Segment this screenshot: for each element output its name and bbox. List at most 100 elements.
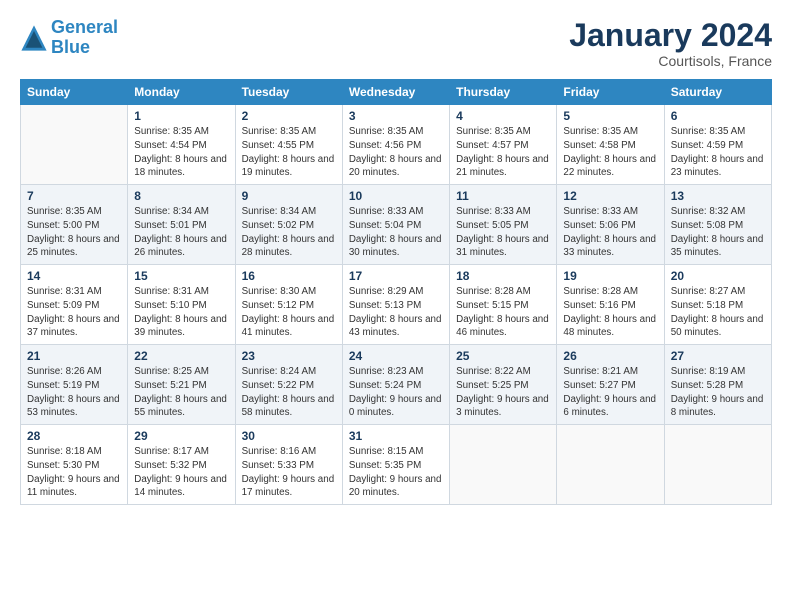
day-info: Sunrise: 8:32 AMSunset: 5:08 PMDaylight:… — [671, 205, 765, 260]
logo-icon — [20, 24, 48, 52]
day-number: 19 — [563, 269, 657, 283]
day-info: Sunrise: 8:22 AMSunset: 5:25 PMDaylight:… — [456, 365, 550, 420]
day-info: Sunrise: 8:28 AMSunset: 5:16 PMDaylight:… — [563, 285, 657, 340]
day-number: 21 — [27, 349, 121, 363]
day-info: Sunrise: 8:21 AMSunset: 5:27 PMDaylight:… — [563, 365, 657, 420]
header: General Blue January 2024 Courtisols, Fr… — [20, 18, 772, 69]
logo-line1: General — [51, 17, 118, 37]
day-number: 3 — [349, 109, 443, 123]
table-row: 30 Sunrise: 8:16 AMSunset: 5:33 PMDaylig… — [235, 425, 342, 505]
day-number: 5 — [563, 109, 657, 123]
day-number: 2 — [242, 109, 336, 123]
day-info: Sunrise: 8:31 AMSunset: 5:09 PMDaylight:… — [27, 285, 121, 340]
day-info: Sunrise: 8:31 AMSunset: 5:10 PMDaylight:… — [134, 285, 228, 340]
table-row: 6 Sunrise: 8:35 AMSunset: 4:59 PMDayligh… — [664, 105, 771, 185]
calendar-week-row: 14 Sunrise: 8:31 AMSunset: 5:09 PMDaylig… — [21, 265, 772, 345]
day-info: Sunrise: 8:17 AMSunset: 5:32 PMDaylight:… — [134, 445, 228, 500]
day-number: 23 — [242, 349, 336, 363]
calendar-week-row: 28 Sunrise: 8:18 AMSunset: 5:30 PMDaylig… — [21, 425, 772, 505]
day-number: 27 — [671, 349, 765, 363]
table-row: 25 Sunrise: 8:22 AMSunset: 5:25 PMDaylig… — [450, 345, 557, 425]
col-saturday: Saturday — [664, 80, 771, 105]
day-number: 14 — [27, 269, 121, 283]
calendar-week-row: 21 Sunrise: 8:26 AMSunset: 5:19 PMDaylig… — [21, 345, 772, 425]
day-number: 28 — [27, 429, 121, 443]
day-info: Sunrise: 8:15 AMSunset: 5:35 PMDaylight:… — [349, 445, 443, 500]
day-number: 22 — [134, 349, 228, 363]
col-sunday: Sunday — [21, 80, 128, 105]
table-row: 31 Sunrise: 8:15 AMSunset: 5:35 PMDaylig… — [342, 425, 449, 505]
table-row: 21 Sunrise: 8:26 AMSunset: 5:19 PMDaylig… — [21, 345, 128, 425]
col-thursday: Thursday — [450, 80, 557, 105]
table-row: 27 Sunrise: 8:19 AMSunset: 5:28 PMDaylig… — [664, 345, 771, 425]
day-number: 8 — [134, 189, 228, 203]
logo-line2: Blue — [51, 37, 90, 57]
table-row: 4 Sunrise: 8:35 AMSunset: 4:57 PMDayligh… — [450, 105, 557, 185]
day-info: Sunrise: 8:18 AMSunset: 5:30 PMDaylight:… — [27, 445, 121, 500]
col-friday: Friday — [557, 80, 664, 105]
day-info: Sunrise: 8:35 AMSunset: 5:00 PMDaylight:… — [27, 205, 121, 260]
day-number: 10 — [349, 189, 443, 203]
calendar-week-row: 7 Sunrise: 8:35 AMSunset: 5:00 PMDayligh… — [21, 185, 772, 265]
day-number: 25 — [456, 349, 550, 363]
day-number: 6 — [671, 109, 765, 123]
calendar-header-row: Sunday Monday Tuesday Wednesday Thursday… — [21, 80, 772, 105]
day-number: 7 — [27, 189, 121, 203]
table-row — [664, 425, 771, 505]
day-number: 16 — [242, 269, 336, 283]
col-tuesday: Tuesday — [235, 80, 342, 105]
table-row: 15 Sunrise: 8:31 AMSunset: 5:10 PMDaylig… — [128, 265, 235, 345]
col-monday: Monday — [128, 80, 235, 105]
table-row: 2 Sunrise: 8:35 AMSunset: 4:55 PMDayligh… — [235, 105, 342, 185]
day-info: Sunrise: 8:25 AMSunset: 5:21 PMDaylight:… — [134, 365, 228, 420]
logo-text: General Blue — [51, 18, 118, 58]
day-info: Sunrise: 8:29 AMSunset: 5:13 PMDaylight:… — [349, 285, 443, 340]
day-number: 13 — [671, 189, 765, 203]
day-info: Sunrise: 8:34 AMSunset: 5:01 PMDaylight:… — [134, 205, 228, 260]
day-number: 30 — [242, 429, 336, 443]
table-row: 1 Sunrise: 8:35 AMSunset: 4:54 PMDayligh… — [128, 105, 235, 185]
day-number: 4 — [456, 109, 550, 123]
table-row: 17 Sunrise: 8:29 AMSunset: 5:13 PMDaylig… — [342, 265, 449, 345]
table-row: 7 Sunrise: 8:35 AMSunset: 5:00 PMDayligh… — [21, 185, 128, 265]
table-row: 28 Sunrise: 8:18 AMSunset: 5:30 PMDaylig… — [21, 425, 128, 505]
day-number: 31 — [349, 429, 443, 443]
day-info: Sunrise: 8:34 AMSunset: 5:02 PMDaylight:… — [242, 205, 336, 260]
logo: General Blue — [20, 18, 118, 58]
table-row — [557, 425, 664, 505]
day-info: Sunrise: 8:35 AMSunset: 4:58 PMDaylight:… — [563, 125, 657, 180]
table-row: 12 Sunrise: 8:33 AMSunset: 5:06 PMDaylig… — [557, 185, 664, 265]
day-number: 9 — [242, 189, 336, 203]
day-info: Sunrise: 8:33 AMSunset: 5:05 PMDaylight:… — [456, 205, 550, 260]
day-info: Sunrise: 8:35 AMSunset: 4:54 PMDaylight:… — [134, 125, 228, 180]
day-info: Sunrise: 8:23 AMSunset: 5:24 PMDaylight:… — [349, 365, 443, 420]
day-info: Sunrise: 8:33 AMSunset: 5:06 PMDaylight:… — [563, 205, 657, 260]
table-row: 18 Sunrise: 8:28 AMSunset: 5:15 PMDaylig… — [450, 265, 557, 345]
table-row: 8 Sunrise: 8:34 AMSunset: 5:01 PMDayligh… — [128, 185, 235, 265]
day-info: Sunrise: 8:27 AMSunset: 5:18 PMDaylight:… — [671, 285, 765, 340]
table-row: 9 Sunrise: 8:34 AMSunset: 5:02 PMDayligh… — [235, 185, 342, 265]
table-row: 10 Sunrise: 8:33 AMSunset: 5:04 PMDaylig… — [342, 185, 449, 265]
day-info: Sunrise: 8:35 AMSunset: 4:57 PMDaylight:… — [456, 125, 550, 180]
day-info: Sunrise: 8:16 AMSunset: 5:33 PMDaylight:… — [242, 445, 336, 500]
day-info: Sunrise: 8:28 AMSunset: 5:15 PMDaylight:… — [456, 285, 550, 340]
day-info: Sunrise: 8:35 AMSunset: 4:56 PMDaylight:… — [349, 125, 443, 180]
calendar-table: Sunday Monday Tuesday Wednesday Thursday… — [20, 79, 772, 505]
table-row: 11 Sunrise: 8:33 AMSunset: 5:05 PMDaylig… — [450, 185, 557, 265]
location: Courtisols, France — [569, 53, 772, 69]
table-row: 3 Sunrise: 8:35 AMSunset: 4:56 PMDayligh… — [342, 105, 449, 185]
table-row — [21, 105, 128, 185]
table-row: 5 Sunrise: 8:35 AMSunset: 4:58 PMDayligh… — [557, 105, 664, 185]
table-row: 20 Sunrise: 8:27 AMSunset: 5:18 PMDaylig… — [664, 265, 771, 345]
day-info: Sunrise: 8:35 AMSunset: 4:59 PMDaylight:… — [671, 125, 765, 180]
day-number: 15 — [134, 269, 228, 283]
table-row: 19 Sunrise: 8:28 AMSunset: 5:16 PMDaylig… — [557, 265, 664, 345]
day-info: Sunrise: 8:35 AMSunset: 4:55 PMDaylight:… — [242, 125, 336, 180]
day-number: 11 — [456, 189, 550, 203]
table-row: 13 Sunrise: 8:32 AMSunset: 5:08 PMDaylig… — [664, 185, 771, 265]
title-block: January 2024 Courtisols, France — [569, 18, 772, 69]
calendar-week-row: 1 Sunrise: 8:35 AMSunset: 4:54 PMDayligh… — [21, 105, 772, 185]
day-info: Sunrise: 8:24 AMSunset: 5:22 PMDaylight:… — [242, 365, 336, 420]
day-info: Sunrise: 8:33 AMSunset: 5:04 PMDaylight:… — [349, 205, 443, 260]
table-row: 26 Sunrise: 8:21 AMSunset: 5:27 PMDaylig… — [557, 345, 664, 425]
